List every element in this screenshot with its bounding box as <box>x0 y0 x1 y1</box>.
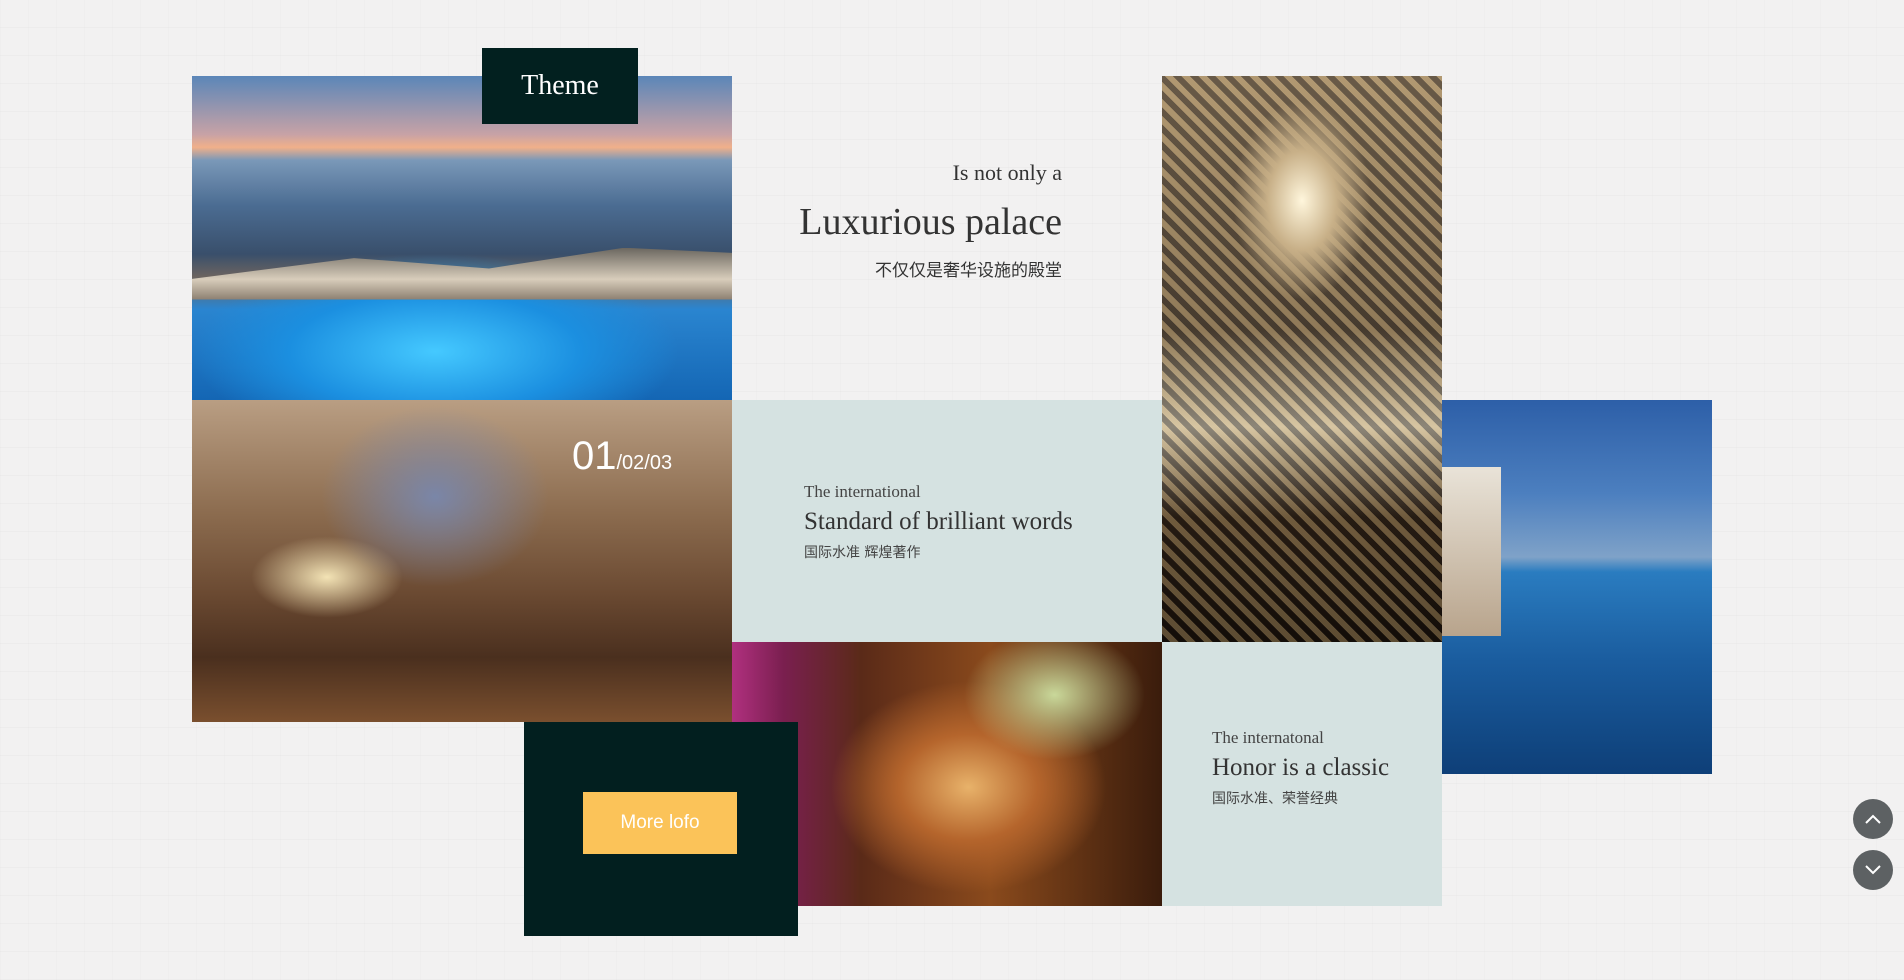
card1-eyebrow: The international <box>804 482 921 501</box>
cliff-shape <box>192 247 732 300</box>
card2-title: Honor is a classic <box>1212 754 1390 781</box>
infinity-pool-photo <box>192 76 732 400</box>
chevron-up-icon <box>1865 814 1881 824</box>
living-room-photo: 01/02/03 <box>192 400 732 722</box>
chevron-down-icon <box>1865 865 1881 875</box>
card1-title: Standard of brilliant words <box>804 508 1073 535</box>
slide-total: /02/03 <box>616 452 673 474</box>
cabana-shape <box>1442 467 1502 636</box>
scroll-up-button[interactable] <box>1853 799 1893 839</box>
slide-current: 01 <box>572 434 617 478</box>
slide-counter: 01/02/03 <box>572 434 672 479</box>
intro-subtitle: 不仅仅是奢华设施的殿堂 <box>875 261 1062 281</box>
intro-title: Luxurious palace <box>799 201 1062 243</box>
card2-subtitle: 国际水准、荣誉经典 <box>1212 791 1338 807</box>
cta-panel: More lofo <box>524 722 798 936</box>
feature-card-international: The international Standard of brilliant … <box>732 400 1162 642</box>
theme-label: Theme <box>521 70 599 101</box>
feature-card-honor: The internatonal Honor is a classic 国际水准… <box>1162 642 1442 906</box>
dining-room-photo <box>1162 76 1442 642</box>
coastal-pool-photo <box>1442 400 1712 774</box>
intro-eyebrow: Is not only a <box>952 160 1062 185</box>
theme-tag: Theme <box>482 48 638 124</box>
card2-eyebrow: The internatonal <box>1212 728 1324 747</box>
card1-subtitle: 国际水准 辉煌著作 <box>804 545 921 561</box>
more-info-button[interactable]: More lofo <box>583 792 737 854</box>
intro-block: Is not only a Luxurious palace 不仅仅是奢华设施的… <box>760 160 1062 281</box>
scroll-down-button[interactable] <box>1853 850 1893 890</box>
